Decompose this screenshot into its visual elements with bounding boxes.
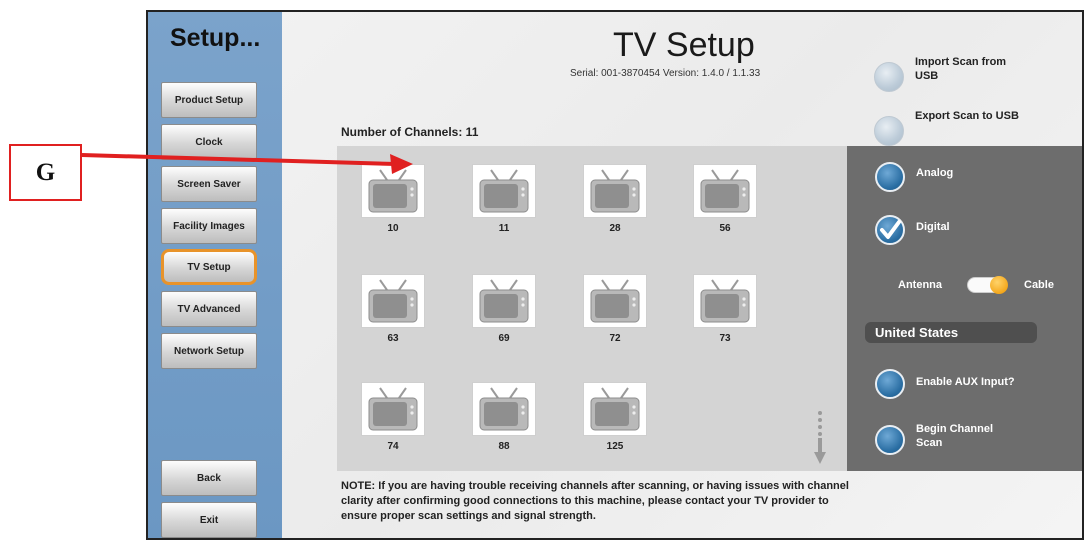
scan-note: NOTE: If you are having trouble receivin…	[341, 480, 849, 522]
tv-icon	[590, 279, 640, 323]
channel-grid: 10 11 28 56 63 69 72 73 74 88 125	[337, 146, 847, 471]
analog-label[interactable]: Analog	[916, 166, 953, 180]
channel-number: 63	[387, 333, 399, 344]
tv-icon	[590, 169, 640, 213]
channel-tile[interactable]	[361, 382, 425, 436]
digital-label[interactable]: Digital	[916, 220, 950, 234]
page-title: TV Setup	[613, 26, 755, 64]
tv-icon	[479, 169, 529, 213]
cable-label: Cable	[1024, 279, 1054, 291]
channel-tile[interactable]	[583, 382, 647, 436]
scroll-down-arrow-icon[interactable]	[813, 410, 827, 466]
channel-tile[interactable]	[693, 274, 757, 328]
channel-number: 73	[719, 333, 731, 344]
sidebar-item-network-setup[interactable]: Network Setup	[161, 333, 257, 369]
begin-scan-button[interactable]	[875, 425, 905, 455]
channel-number: 74	[387, 441, 399, 452]
antenna-label: Antenna	[898, 279, 942, 291]
tv-icon	[479, 279, 529, 323]
callout-arrow-icon	[81, 153, 413, 174]
tv-setup-screen: Setup... Product Setup Clock Screen Save…	[146, 10, 1084, 540]
import-scan-label[interactable]: Import Scan from USB	[915, 55, 1025, 83]
channel-number: 125	[606, 441, 624, 452]
channel-tile[interactable]	[583, 274, 647, 328]
export-scan-label[interactable]: Export Scan to USB	[915, 109, 1025, 123]
back-button[interactable]: Back	[161, 460, 257, 496]
channel-tile[interactable]	[472, 274, 536, 328]
channel-number: 11	[498, 223, 510, 234]
sidebar-item-facility-images[interactable]: Facility Images	[161, 208, 257, 244]
import-scan-radio[interactable]	[874, 62, 904, 92]
channel-tile[interactable]	[693, 164, 757, 218]
tv-icon	[700, 279, 750, 323]
sidebar-item-tv-setup[interactable]: TV Setup	[161, 249, 257, 285]
checkmark-icon	[880, 220, 901, 239]
analog-radio[interactable]	[875, 162, 905, 192]
channel-number: 88	[498, 441, 510, 452]
enable-aux-label[interactable]: Enable AUX Input?	[916, 375, 1015, 389]
sidebar-item-product-setup[interactable]: Product Setup	[161, 82, 257, 118]
channel-number: 69	[498, 333, 510, 344]
region-selector[interactable]: United States	[865, 322, 1037, 343]
sidebar: Setup... Product Setup Clock Screen Save…	[148, 12, 282, 538]
export-scan-radio[interactable]	[874, 116, 904, 146]
tv-icon	[590, 387, 640, 431]
digital-checkbox[interactable]	[875, 215, 905, 245]
sidebar-item-tv-advanced[interactable]: TV Advanced	[161, 291, 257, 327]
tv-icon	[700, 169, 750, 213]
serial-version-text: Serial: 001-3870454 Version: 1.4.0 / 1.1…	[570, 68, 761, 79]
tv-icon	[479, 387, 529, 431]
channel-number: 10	[387, 223, 399, 234]
toggle-knob	[990, 276, 1008, 294]
exit-button[interactable]: Exit	[161, 502, 257, 538]
channel-number: 72	[609, 333, 621, 344]
channel-number: 56	[719, 223, 731, 234]
antenna-cable-toggle[interactable]	[967, 276, 1008, 294]
channel-tile[interactable]	[472, 164, 536, 218]
enable-aux-radio[interactable]	[875, 369, 905, 399]
begin-scan-label[interactable]: Begin Channel Scan	[916, 422, 1016, 450]
sidebar-title: Setup...	[170, 24, 261, 52]
channel-count-label: Number of Channels: 11	[341, 125, 479, 139]
channel-tile[interactable]	[472, 382, 536, 436]
channel-tile[interactable]	[583, 164, 647, 218]
channel-tile[interactable]	[361, 274, 425, 328]
channel-number: 28	[609, 223, 621, 234]
tv-icon	[368, 387, 418, 431]
tv-icon	[368, 279, 418, 323]
callout-label: G	[9, 144, 82, 201]
